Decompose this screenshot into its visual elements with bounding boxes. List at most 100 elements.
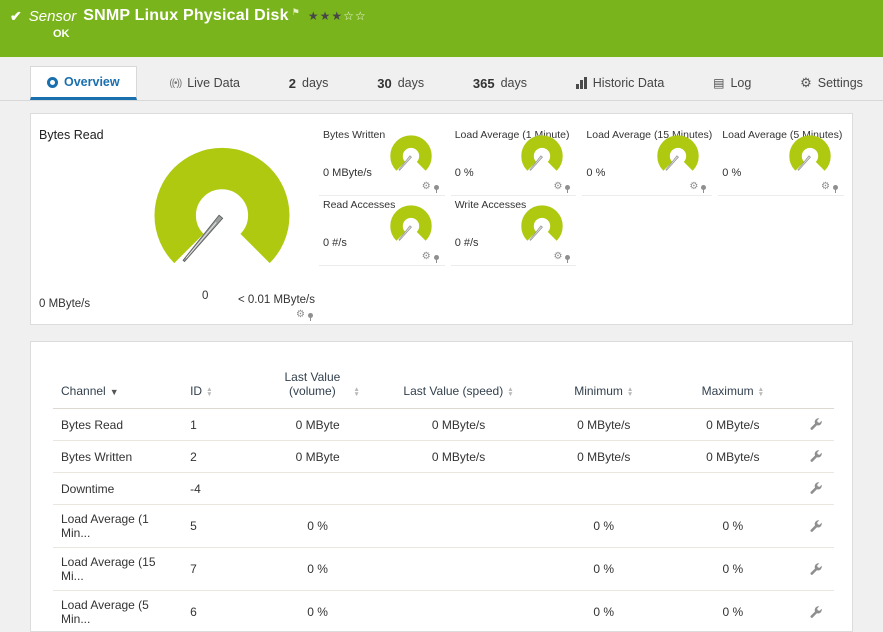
gauge-current-value: 0 #/s xyxy=(323,237,347,249)
table-header-row: Channel ▼ ID ▲ ▼ Last Value (volume) ▲ ▼ Last… xyxy=(53,366,834,409)
gauge-current-value: 0 % xyxy=(454,167,474,179)
priority-flag-icon[interactable]: ⚑ xyxy=(292,7,300,18)
edit-channel-wrench-icon[interactable] xyxy=(809,480,823,497)
gauge-dial xyxy=(521,205,564,241)
gauge-current-value: 0 % xyxy=(586,167,606,179)
tab-live-data[interactable]: ((•)) Live Data xyxy=(153,66,256,100)
gauge-current-value: 0 MByte/s xyxy=(323,167,372,179)
gauge-dial xyxy=(390,135,432,171)
gauge-bytes-read: Bytes Read 0 MByte/s 0 < 0.01 MByte/s ⚙ xyxy=(39,126,315,321)
tab-label: days xyxy=(500,76,527,90)
gauge-dial xyxy=(390,205,432,241)
table-row: Load Average (5 Min... 6 0 % 0 % 0 % xyxy=(53,590,834,631)
stars-empty[interactable]: ☆☆ xyxy=(343,9,367,23)
tab-label: days xyxy=(302,76,329,90)
column-label: Last Value (volume) xyxy=(284,370,341,398)
tab-settings[interactable]: ⚙ Settings xyxy=(784,66,879,100)
tab-2-days[interactable]: 2 days xyxy=(273,66,345,100)
column-header-id[interactable]: ID ▲ ▼ xyxy=(182,366,258,409)
tab-overview[interactable]: Overview xyxy=(30,66,137,100)
column-header-last-value-speed[interactable]: Last Value (speed) ▲ ▼ xyxy=(377,366,540,409)
pin-channel-icon[interactable] xyxy=(433,254,439,263)
gauge-dial xyxy=(521,135,564,171)
column-label: Maximum xyxy=(701,384,754,398)
priority-stars[interactable]: ★★★☆☆ xyxy=(308,9,367,23)
gauge-write-accesses: Write Accesses 0 #/s ⚙ xyxy=(450,196,577,266)
cell-volume: 0 % xyxy=(257,504,378,548)
table-row: Bytes Read 1 0 MByte 0 MByte/s 0 MByte/s… xyxy=(53,408,834,441)
cell-speed xyxy=(377,472,540,505)
column-header-tools xyxy=(797,366,834,409)
edit-channel-wrench-icon[interactable] xyxy=(809,416,823,433)
gauge-max-label: < 0.01 MByte/s xyxy=(237,294,315,306)
cell-channel: Downtime xyxy=(53,472,183,505)
channel-table: Channel ▼ ID ▲ ▼ Last Value (volume) ▲ ▼ Last… xyxy=(53,366,834,631)
edit-channel-wrench-icon[interactable] xyxy=(809,448,823,465)
cell-maximum: 0 % xyxy=(668,504,798,548)
tab-30-days[interactable]: 30 days xyxy=(361,66,440,100)
tab-365-days[interactable]: 365 days xyxy=(457,66,543,100)
cell-maximum: 0 % xyxy=(668,547,798,591)
sort-icon: ▲ ▼ xyxy=(507,385,514,398)
status-badge: OK xyxy=(53,28,70,40)
gauge-dial xyxy=(657,135,699,171)
column-label: Minimum xyxy=(574,384,623,398)
sort-icon: ▲ ▼ xyxy=(353,385,360,398)
pin-channel-icon[interactable] xyxy=(701,184,707,193)
channel-settings-icon[interactable]: ⚙ xyxy=(296,310,305,320)
cell-minimum: 0 MByte/s xyxy=(539,408,669,441)
edit-channel-wrench-icon[interactable] xyxy=(809,561,823,578)
cell-minimum: 0 % xyxy=(539,547,669,591)
table-row: Load Average (15 Mi... 7 0 % 0 % 0 % xyxy=(53,547,834,591)
cell-maximum xyxy=(668,472,798,505)
cell-volume: 0 % xyxy=(257,590,378,631)
edit-channel-wrench-icon[interactable] xyxy=(809,604,823,621)
sort-icon: ▼ xyxy=(109,387,119,397)
live-data-icon: ((•)) xyxy=(169,77,182,89)
table-row: Downtime -4 xyxy=(53,472,834,505)
cell-id: -4 xyxy=(182,472,258,505)
channel-settings-icon[interactable]: ⚙ xyxy=(422,252,431,262)
pin-channel-icon[interactable] xyxy=(833,184,838,193)
channel-settings-icon[interactable]: ⚙ xyxy=(821,182,830,192)
tab-label: Live Data xyxy=(187,76,241,90)
pin-channel-icon[interactable] xyxy=(308,312,313,321)
stars-filled[interactable]: ★★★ xyxy=(308,9,343,23)
gauge-min-label: 0 MByte/s xyxy=(39,298,91,310)
tab-bar: Overview ((•)) Live Data 2 days 30 days … xyxy=(0,66,883,101)
overview-icon xyxy=(47,76,58,88)
cell-maximum: 0 % xyxy=(668,590,798,631)
pin-channel-icon[interactable] xyxy=(565,254,571,263)
channel-settings-icon[interactable]: ⚙ xyxy=(553,182,562,192)
column-header-last-value-volume[interactable]: Last Value (volume) ▲ ▼ xyxy=(257,366,378,409)
pin-channel-icon[interactable] xyxy=(433,184,439,193)
tab-label: Log xyxy=(730,76,752,90)
cell-volume: 0 % xyxy=(257,547,378,591)
column-header-minimum[interactable]: Minimum ▲ ▼ xyxy=(539,366,669,409)
tab-log[interactable]: ▤ Log xyxy=(697,66,767,100)
gauge-load-average-5min: Load Average (5 Minutes) 0 % ⚙ xyxy=(718,126,844,196)
historic-data-icon xyxy=(575,77,587,89)
column-label: Last Value (speed) xyxy=(403,384,504,398)
pin-channel-icon[interactable] xyxy=(565,184,571,193)
column-label: ID xyxy=(190,384,203,398)
cell-id: 5 xyxy=(182,504,258,548)
tab-historic-data[interactable]: Historic Data xyxy=(560,66,681,100)
tab-number: 365 xyxy=(472,75,495,91)
cell-id: 2 xyxy=(182,440,258,473)
channel-settings-icon[interactable]: ⚙ xyxy=(689,182,698,192)
cell-id: 1 xyxy=(182,408,258,441)
column-header-maximum[interactable]: Maximum ▲ ▼ xyxy=(668,366,798,409)
cell-channel: Bytes Read xyxy=(53,408,183,441)
gauge-current-value: 0 xyxy=(202,290,209,302)
cell-channel: Load Average (15 Mi... xyxy=(53,547,183,591)
channel-settings-icon[interactable]: ⚙ xyxy=(553,252,562,262)
cell-speed: 0 MByte/s xyxy=(377,440,540,473)
sort-icon: ▲ ▼ xyxy=(626,385,634,398)
tab-label: Overview xyxy=(64,75,120,89)
column-header-channel[interactable]: Channel ▼ xyxy=(53,366,183,409)
channel-settings-icon[interactable]: ⚙ xyxy=(422,182,431,192)
edit-channel-wrench-icon[interactable] xyxy=(809,518,823,535)
sensor-page: ✔ Sensor SNMP Linux Physical Disk ⚑ ★★★☆… xyxy=(0,0,883,632)
gauge-dial xyxy=(154,147,290,264)
